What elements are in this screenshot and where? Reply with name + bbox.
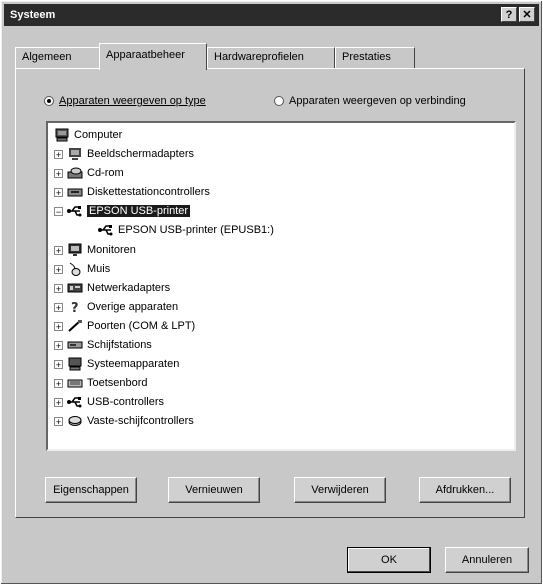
tree-item-label: Beeldschermadapters [87,148,195,160]
view-by-connection-label: Apparaten weergeven op verbinding [289,95,466,107]
window-title: Systeem [10,9,56,21]
tree-item[interactable]: + Poorten (COM & LPT) [54,317,195,335]
tree-item[interactable]: + Systeemapparaten [54,355,179,373]
view-by-type-label: Apparaten weergeven op type [59,95,206,107]
expand-icon[interactable]: + [54,168,63,178]
cdrom-icon [67,166,83,180]
cancel-button[interactable]: Annuleren [445,547,529,573]
tab-hardware-profiles[interactable]: Hardwareprofielen [207,47,335,69]
expand-icon[interactable]: + [54,283,63,293]
tree-item-label: Netwerkadapters [87,282,171,294]
tree-item[interactable]: + Toetsenbord [54,374,148,392]
system-device-icon [67,357,83,371]
help-button[interactable]: ? [501,7,517,22]
print-button[interactable]: Afdrukken... [419,477,511,503]
computer-icon [54,128,70,142]
tree-item-label: Monitoren [87,244,136,256]
tree-item[interactable]: + Schijfstations [54,336,152,354]
tree-item[interactable]: + Beeldschermadapters [54,145,194,163]
hdd-controller-icon [67,414,83,428]
tree-item-label: USB-controllers [87,396,165,408]
tree-item-selected[interactable]: − EPSON USB-printer [54,202,191,220]
tree-item[interactable]: + ? Overige apparaten [54,298,178,316]
monitor-icon [67,243,83,257]
usb-icon [67,204,83,218]
properties-button[interactable]: Eigenschappen [45,477,137,503]
tree-item-label: Muis [87,263,111,275]
tree-child-item[interactable]: EPSON USB-printer (EPUSB1:) [98,221,274,239]
expand-icon[interactable]: + [54,245,63,255]
keyboard-icon [67,376,83,390]
expand-icon[interactable]: + [54,340,63,350]
tree-item-label: EPSON USB-printer [87,205,191,217]
expand-icon[interactable]: + [54,187,63,197]
display-adapter-icon [67,147,83,161]
tree-item-label: Systeemapparaten [87,358,180,370]
tree-item[interactable]: + Diskettestationcontrollers [54,183,210,201]
device-manager-panel: Apparaten weergeven op type Apparaten we… [15,68,525,518]
tree-item-label: Toetsenbord [87,377,148,389]
tree-item-label: Poorten (COM & LPT) [87,320,196,332]
usb-icon [98,223,114,237]
tree-item[interactable]: + Muis [54,260,110,278]
remove-button[interactable]: Verwijderen [294,477,386,503]
tree-item[interactable]: + Vaste-schijfcontrollers [54,412,194,430]
expand-icon[interactable]: + [54,359,63,369]
expand-icon[interactable]: + [54,397,63,407]
tree-root-label: Computer [74,129,123,141]
tree-item[interactable]: + Cd-rom [54,164,124,182]
tree-item[interactable]: + Netwerkadapters [54,279,170,297]
system-properties-window: Systeem ? ✕ Algemeen Apparaatbeheer Hard… [0,0,543,585]
view-by-type-radio[interactable] [44,96,54,106]
port-icon [67,319,83,333]
ok-button[interactable]: OK [347,547,431,573]
tree-item-label: Cd-rom [87,167,124,179]
close-button[interactable]: ✕ [519,7,535,22]
usb-icon [67,395,83,409]
refresh-button[interactable]: Vernieuwen [168,477,260,503]
tree-item-label: Schijfstations [87,339,152,351]
view-by-type-option[interactable]: Apparaten weergeven op type [44,95,206,107]
tree-item-label: Overige apparaten [87,301,179,313]
tree-item-label: EPSON USB-printer (EPUSB1:) [118,224,274,236]
expand-icon[interactable]: + [54,149,63,159]
tab-device-manager[interactable]: Apparaatbeheer [99,43,207,70]
collapse-icon[interactable]: − [54,206,63,216]
expand-icon[interactable]: + [54,302,63,312]
disk-drive-icon [67,338,83,352]
mouse-icon [67,262,83,276]
tab-performance[interactable]: Prestaties [335,47,415,69]
tree-item-label: Vaste-schijfcontrollers [87,415,194,427]
view-by-connection-option[interactable]: Apparaten weergeven op verbinding [274,95,466,107]
expand-icon[interactable]: + [54,264,63,274]
device-tree[interactable]: Computer + Beeldschermadapters + Cd-rom … [46,121,516,451]
svg-text:?: ? [71,301,79,314]
tree-item[interactable]: + USB-controllers [54,393,164,411]
tree-item[interactable]: + Monitoren [54,241,136,259]
tree-root-computer[interactable]: Computer [54,126,122,144]
expand-icon[interactable]: + [54,416,63,426]
question-icon: ? [67,300,83,316]
expand-icon[interactable]: + [54,378,63,388]
title-bar[interactable]: Systeem ? ✕ [4,4,539,26]
view-by-connection-radio[interactable] [274,96,284,106]
floppy-controller-icon [67,185,83,199]
expand-icon[interactable]: + [54,321,63,331]
tab-general[interactable]: Algemeen [15,47,101,69]
tree-item-label: Diskettestationcontrollers [87,186,210,198]
network-adapter-icon [67,281,83,295]
